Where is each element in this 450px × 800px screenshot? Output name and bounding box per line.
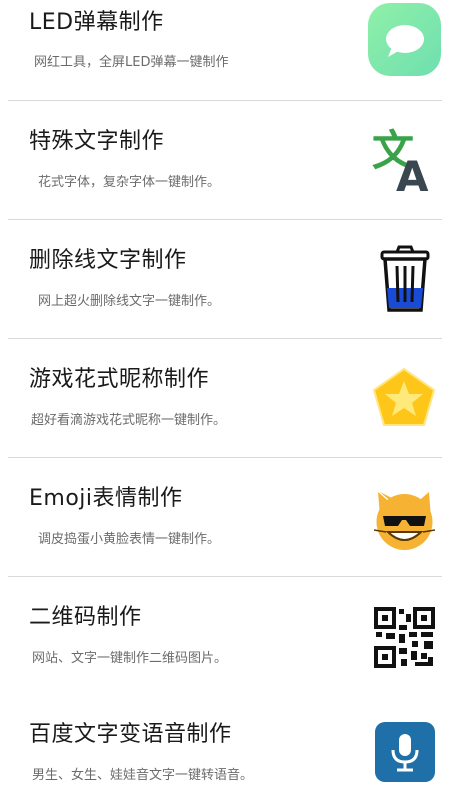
item-description: 网红工具，全屏LED弹幕一键制作 [34, 55, 229, 70]
item-description: 调皮捣蛋小黄脸表情一键制作。 [38, 532, 221, 547]
item-title: LED弹幕制作 [29, 10, 164, 35]
star-badge-icon [372, 367, 436, 426]
cool-cat-emoji-icon [373, 492, 436, 550]
list-item-special-text[interactable]: 特殊文字制作 花式字体，复杂字体一键制作。 文 A [0, 101, 450, 219]
item-description: 网站、文字一键制作二维码图片。 [32, 651, 228, 666]
item-title: 百度文字变语音制作 [29, 722, 232, 747]
item-description: 花式字体，复杂字体一键制作。 [38, 175, 221, 190]
trash-can-icon [380, 245, 430, 312]
list-item-text-to-speech[interactable]: 百度文字变语音制作 男生、女生、娃娃音文字一键转语音。 [0, 696, 450, 800]
item-title: 删除线文字制作 [29, 248, 187, 273]
list-item-led[interactable]: LED弹幕制作 网红工具，全屏LED弹幕一键制作 [0, 0, 450, 100]
item-description: 男生、女生、娃娃音文字一键转语音。 [32, 768, 254, 783]
list-item-emoji[interactable]: Emoji表情制作 调皮捣蛋小黄脸表情一键制作。 [0, 458, 450, 576]
microphone-icon [375, 722, 435, 782]
list-item-qr-code[interactable]: 二维码制作 网站、文字一键制作二维码图片。 [0, 577, 450, 695]
translate-icon: 文 A [372, 126, 429, 198]
item-description: 超好看滴游戏花式昵称一键制作。 [31, 413, 227, 428]
chat-bubble-icon [368, 3, 441, 76]
qr-code-icon [374, 607, 435, 668]
item-title: 二维码制作 [29, 605, 142, 630]
item-description: 网上超火删除线文字一键制作。 [38, 294, 221, 309]
item-title: 游戏花式昵称制作 [29, 367, 210, 392]
item-title: Emoji表情制作 [29, 486, 183, 511]
list-item-strikethrough[interactable]: 删除线文字制作 网上超火删除线文字一键制作。 [0, 220, 450, 338]
item-title: 特殊文字制作 [29, 129, 165, 154]
list-item-game-nickname[interactable]: 游戏花式昵称制作 超好看滴游戏花式昵称一键制作。 [0, 339, 450, 457]
svg-text:A: A [396, 152, 429, 198]
